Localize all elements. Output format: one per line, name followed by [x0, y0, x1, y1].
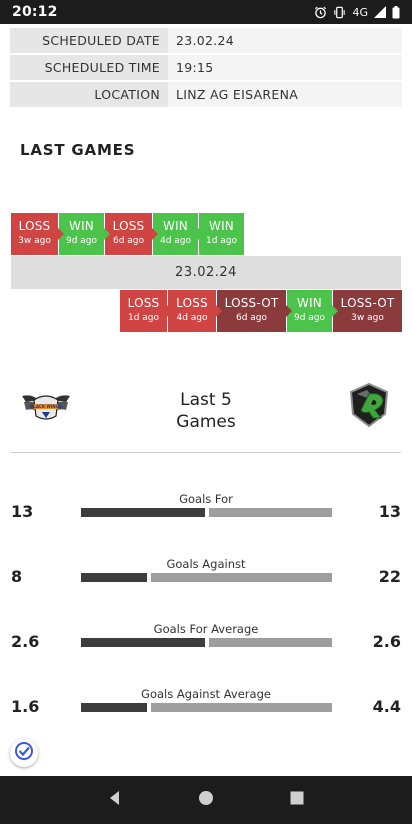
stat-bar: [81, 573, 332, 582]
stat-row-goals-against: Goals Against 8 22: [0, 557, 412, 587]
result-ago: 6d ago: [112, 236, 145, 246]
result-label: LOSS-OT: [224, 296, 279, 310]
stat-label: Goals Against Average: [141, 687, 271, 701]
divider: [11, 452, 401, 453]
stat-away-value: 13: [378, 502, 401, 521]
info-label: LOCATION: [10, 82, 168, 107]
info-value: 23.02.24: [168, 28, 402, 53]
stat-bar-away: [209, 508, 332, 517]
result-badge[interactable]: WIN 9d ago: [59, 213, 110, 255]
stat-label: Goals Against: [166, 557, 246, 571]
result-ago: 9d ago: [293, 313, 326, 323]
result-ago: 4d ago: [176, 313, 208, 323]
status-time: 20:12: [12, 4, 58, 20]
result-label: LOSS-OT: [340, 296, 395, 310]
stat-label: Goals For Average: [153, 622, 259, 636]
result-badge[interactable]: WIN 1d ago: [199, 213, 244, 255]
compare-title-line1: Last 5: [180, 390, 232, 410]
stat-bar-home: [81, 573, 147, 582]
result-ago: 1d ago: [127, 313, 160, 323]
compare-title: Last 5 Games: [130, 389, 282, 433]
info-row-time: SCHEDULED TIME 19:15: [10, 55, 402, 80]
result-badge[interactable]: LOSS 4d ago: [168, 290, 222, 332]
verified-badge-button[interactable]: [10, 739, 38, 767]
recents-icon: [289, 790, 305, 810]
result-label: WIN: [297, 296, 322, 310]
result-label: WIN: [69, 219, 94, 233]
result-ago: 6d ago: [235, 313, 268, 323]
home-button[interactable]: [194, 788, 218, 812]
result-label: LOSS: [127, 296, 160, 310]
stat-home-value: 13: [11, 502, 34, 521]
result-ago: 3w ago: [351, 313, 384, 323]
stat-away-value: 4.4: [372, 697, 401, 716]
stat-bar-home: [81, 703, 147, 712]
result-badge[interactable]: LOSS-OT 6d ago: [217, 290, 292, 332]
signal-icon: [374, 6, 386, 18]
result-badge[interactable]: WIN 9d ago: [287, 290, 338, 332]
stat-bar-away: [151, 573, 332, 582]
home-results: LOSS 3w ago WIN 9d ago LOSS 6d ago WIN 4…: [11, 213, 244, 255]
away-results: LOSS 1d ago LOSS 4d ago LOSS-OT 6d ago W…: [120, 290, 402, 332]
result-label: LOSS: [112, 219, 145, 233]
stat-bar-home: [81, 638, 205, 647]
stat-bar-away: [209, 638, 332, 647]
match-date-bar: 23.02.24: [11, 256, 401, 289]
alarm-icon: [314, 6, 327, 19]
network-type: 4G: [352, 5, 368, 19]
stat-row-goals-for-average: Goals For Average 2.6 2.6: [0, 622, 412, 652]
verified-check-icon: [14, 741, 34, 765]
stat-bar: [81, 508, 332, 517]
info-row-date: SCHEDULED DATE 23.02.24: [10, 28, 402, 53]
stat-bar: [81, 638, 332, 647]
result-ago: 3w ago: [18, 236, 51, 246]
battery-icon: [392, 5, 400, 19]
status-icons: 4G: [314, 5, 400, 19]
stat-away-value: 22: [378, 567, 401, 586]
result-ago: 1d ago: [205, 236, 238, 246]
stat-bar-away: [151, 703, 332, 712]
info-value: 19:15: [168, 55, 402, 80]
last-games-title: LAST GAMES: [20, 141, 136, 159]
result-badge[interactable]: LOSS-OT 3w ago: [333, 290, 402, 332]
home-team-logo[interactable]: BLACK WINGS: [20, 382, 72, 434]
compare-title-line2: Games: [176, 412, 236, 432]
info-row-location: LOCATION LINZ AG EISARENA: [10, 82, 402, 107]
result-label: LOSS: [18, 219, 51, 233]
info-label: SCHEDULED TIME: [10, 55, 168, 80]
result-badge[interactable]: LOSS 6d ago: [105, 213, 158, 255]
stat-row-goals-against-average: Goals Against Average 1.6 4.4: [0, 687, 412, 717]
stat-label: Goals For: [179, 492, 233, 506]
stat-bar-home: [81, 508, 205, 517]
result-ago: 9d ago: [65, 236, 98, 246]
result-badge[interactable]: WIN 4d ago: [153, 213, 204, 255]
result-label: WIN: [163, 219, 188, 233]
back-icon: [107, 790, 123, 810]
result-badge[interactable]: LOSS 1d ago: [120, 290, 173, 332]
stat-home-value: 2.6: [11, 632, 40, 651]
status-bar: 20:12 4G: [0, 0, 412, 24]
match-info-table: SCHEDULED DATE 23.02.24 SCHEDULED TIME 1…: [10, 28, 402, 109]
stat-away-value: 2.6: [372, 632, 401, 651]
home-icon: [198, 790, 214, 810]
stat-row-goals-for: Goals For 13 13: [0, 492, 412, 522]
result-ago: 4d ago: [159, 236, 192, 246]
stat-home-value: 8: [11, 567, 23, 586]
stat-bar: [81, 703, 332, 712]
recents-button[interactable]: [285, 788, 309, 812]
system-nav-bar: [0, 776, 412, 824]
away-team-logo[interactable]: [343, 380, 395, 432]
info-label: SCHEDULED DATE: [10, 28, 168, 53]
result-badge[interactable]: LOSS 3w ago: [11, 213, 64, 255]
vibrate-icon: [333, 6, 346, 19]
result-label: LOSS: [176, 296, 208, 310]
stat-home-value: 1.6: [11, 697, 40, 716]
svg-text:BLACK WINGS: BLACK WINGS: [30, 404, 62, 409]
result-label: WIN: [209, 219, 234, 233]
info-value: LINZ AG EISARENA: [168, 82, 402, 107]
back-button[interactable]: [103, 788, 127, 812]
